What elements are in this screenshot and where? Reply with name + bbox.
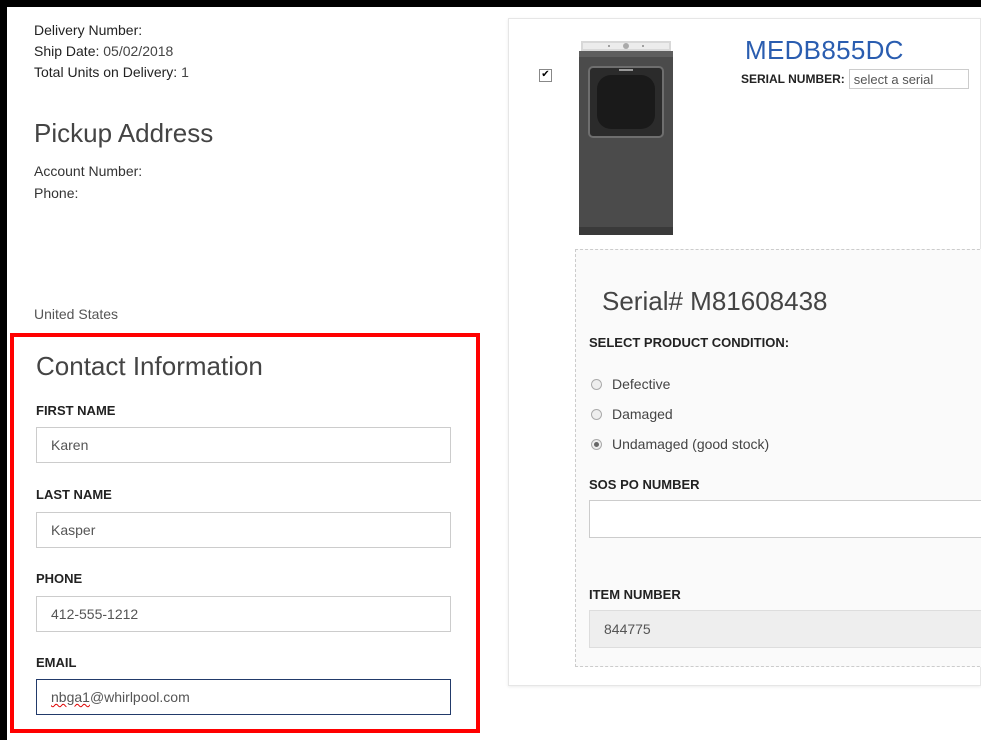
product-model-link[interactable]: MEDB855DC xyxy=(745,35,904,66)
email-label: EMAIL xyxy=(36,655,77,670)
serial-title: Serial# M81608438 xyxy=(602,286,828,316)
pickup-address-title: Pickup Address xyxy=(34,118,214,148)
pickup-country: United States xyxy=(34,306,119,322)
radio-undamaged[interactable] xyxy=(591,438,602,450)
window-frame-left xyxy=(0,0,7,740)
ship-date-value: 05/02/2018 xyxy=(103,43,174,59)
condition-option-damaged[interactable]: Damaged xyxy=(591,406,673,422)
total-units-value: 1 xyxy=(181,64,189,80)
radio-defective[interactable] xyxy=(591,378,602,390)
sos-po-number-label: SOS PO NUMBER xyxy=(589,477,700,492)
email-domain: @whirlpool.com xyxy=(89,689,190,705)
item-number-label: ITEM NUMBER xyxy=(589,587,681,602)
condition-option-defective[interactable]: Defective xyxy=(591,376,670,392)
last-name-field[interactable]: Kasper xyxy=(36,512,451,548)
contact-information-section: Contact Information FIRST NAME Karen LAS… xyxy=(10,333,480,733)
total-units-row: Total Units on Delivery: 1 xyxy=(34,64,189,80)
condition-label-damaged: Damaged xyxy=(612,406,673,422)
serial-number-select[interactable]: select a serial xyxy=(848,69,969,89)
dryer-product-image xyxy=(579,41,673,235)
ship-date-row: Ship Date: 05/02/2018 xyxy=(34,43,173,59)
delivery-number-label: Delivery Number: xyxy=(34,22,143,38)
sos-po-number-field[interactable] xyxy=(589,500,981,538)
pickup-phone-label: Phone: xyxy=(34,185,79,201)
window-frame-top xyxy=(0,0,981,7)
radio-damaged[interactable] xyxy=(591,408,602,420)
serial-detail-panel: Serial# M81608438 SELECT PRODUCT CONDITI… xyxy=(575,249,981,667)
total-units-label: Total Units on Delivery: xyxy=(34,64,178,80)
condition-option-undamaged[interactable]: Undamaged (good stock) xyxy=(591,436,769,452)
delivery-number-row: Delivery Number: xyxy=(34,22,142,38)
account-number-label: Account Number: xyxy=(34,163,143,179)
last-name-label: LAST NAME xyxy=(36,487,112,502)
email-spellcheck-word: nbga1 xyxy=(51,689,90,705)
condition-label-defective: Defective xyxy=(612,376,671,392)
product-select-checkbox[interactable]: ✔ xyxy=(539,69,552,82)
first-name-label: FIRST NAME xyxy=(36,403,116,418)
serial-number-label: SERIAL NUMBER: xyxy=(741,72,845,86)
item-number-field: 844775 xyxy=(589,610,981,648)
phone-label: PHONE xyxy=(36,571,83,586)
first-name-field[interactable]: Karen xyxy=(36,427,451,463)
serial-number-row: SERIAL NUMBER: select a serial xyxy=(741,69,969,89)
email-field[interactable]: nbga1 @whirlpool.com xyxy=(36,679,451,715)
product-card: ✔ MEDB855DC SERIAL NUMBER: select a seri… xyxy=(508,18,981,686)
ship-date-label: Ship Date: xyxy=(34,43,100,59)
product-condition-label: SELECT PRODUCT CONDITION: xyxy=(589,335,790,350)
phone-field[interactable]: 412-555-1212 xyxy=(36,596,451,632)
contact-information-title: Contact Information xyxy=(36,351,263,381)
condition-label-undamaged: Undamaged (good stock) xyxy=(612,436,770,452)
